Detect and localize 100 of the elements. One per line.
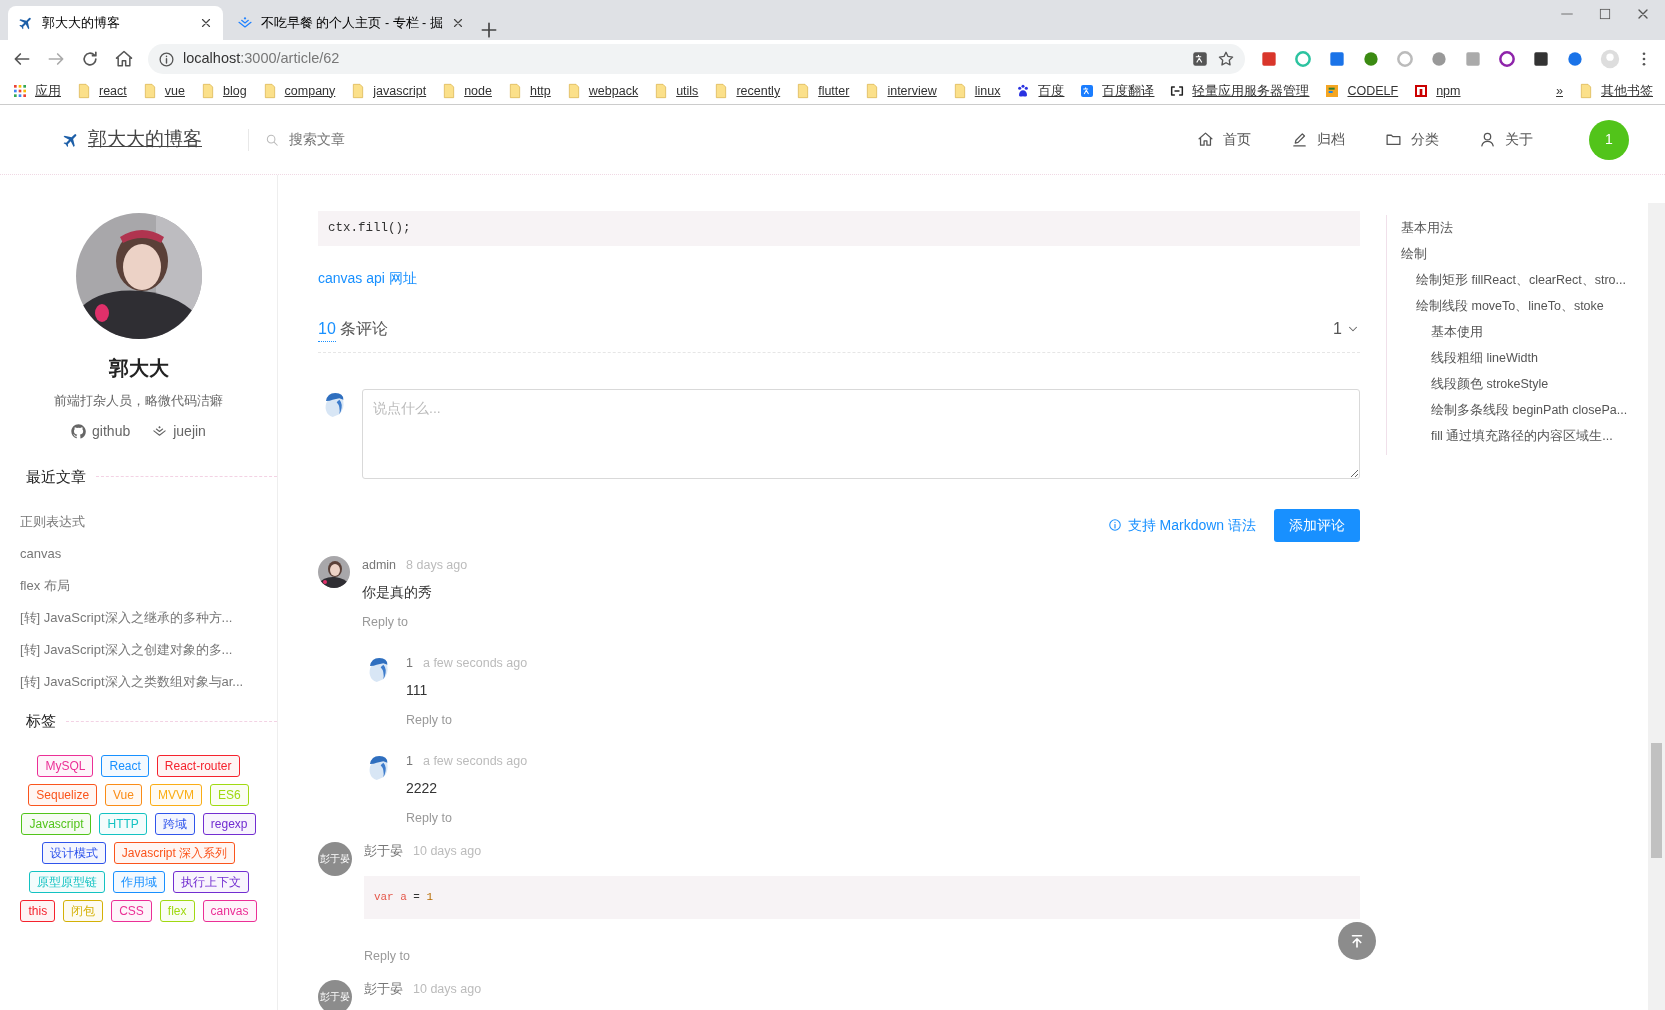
close-icon[interactable]	[199, 16, 213, 30]
bookmark[interactable]: interview	[864, 81, 937, 101]
maximize-icon[interactable]	[1597, 6, 1613, 22]
scrollbar[interactable]	[1648, 203, 1665, 1010]
profile-name: 郭大大	[107, 356, 170, 381]
nav-link[interactable]: 首页	[1197, 129, 1251, 150]
browser-tab[interactable]: 郭大大的博客	[8, 6, 223, 40]
back-to-top-button[interactable]	[1338, 922, 1376, 960]
toc-link[interactable]: 绘制多条线段 beginPath closePa...	[1431, 397, 1648, 423]
article-link[interactable]: [转] JavaScript深入之继承的多种方...	[20, 602, 277, 634]
bookmark[interactable]: blog	[199, 81, 247, 101]
extension-icon[interactable]	[1531, 49, 1551, 69]
comment-author: 彭于晏	[364, 842, 403, 860]
comment-time: 10 days ago	[413, 842, 482, 860]
app-icon	[1413, 83, 1430, 99]
nav-link[interactable]: 关于	[1479, 129, 1533, 150]
comment-field[interactable]: 说点什么...	[362, 388, 1360, 479]
comment-author: 1	[406, 654, 413, 672]
toc-link[interactable]: 基本使用	[1431, 319, 1648, 345]
bookmark[interactable]: npm	[1413, 81, 1461, 101]
profile-link[interactable]: github	[71, 420, 131, 442]
tag[interactable]: 设计模式	[41, 841, 106, 864]
tag[interactable]: MySQL	[37, 754, 94, 777]
scrollbar-thumb[interactable]	[1651, 743, 1662, 858]
bookmark[interactable]: 百度	[1015, 81, 1065, 101]
tag[interactable]: React-router	[156, 754, 240, 777]
page-selector[interactable]: 1	[1333, 317, 1360, 342]
extension-icon[interactable]	[1497, 49, 1517, 69]
bookmark[interactable]: 其他书签	[1578, 81, 1653, 101]
tag[interactable]: canvas	[202, 899, 257, 922]
bookmark[interactable]: recently	[713, 81, 781, 101]
reload-icon[interactable]	[80, 49, 100, 69]
bookmark[interactable]: 应用	[12, 81, 61, 101]
bookmark[interactable]: node	[441, 81, 492, 101]
article-link[interactable]: flex 布局	[20, 570, 277, 602]
bookmark[interactable]: utils	[653, 81, 699, 101]
section-title: 最近文章	[26, 466, 86, 487]
tag[interactable]: CSS	[111, 899, 152, 922]
bookmark[interactable]: react	[76, 81, 127, 101]
avatar: 彭于晏	[318, 979, 352, 1010]
profile-link[interactable]: juejin	[152, 420, 206, 442]
profile-bio: 前端打杂人员，略微代码洁癖	[53, 392, 224, 410]
tag[interactable]: 执行上下文	[172, 870, 249, 893]
avatar: 彭于晏	[318, 841, 352, 876]
user-icon	[1479, 131, 1496, 148]
folder-icon	[76, 83, 92, 99]
more-bookmarks-button[interactable]: »	[1556, 81, 1563, 101]
bookmark[interactable]: 百度翻译	[1079, 81, 1155, 101]
comments-label: 条评论	[339, 319, 388, 340]
bookmark[interactable]: flutter	[795, 81, 850, 101]
comment-time: 8 days ago	[406, 556, 468, 574]
translate-icon	[1079, 83, 1096, 99]
toc-link[interactable]: 线段粗细 lineWidth	[1431, 345, 1648, 371]
info-icon	[1107, 518, 1122, 533]
toc-link[interactable]: 线段颜色 strokeStyle	[1431, 371, 1648, 397]
bookmark[interactable]: linux	[951, 81, 1001, 101]
comment-time: a few seconds ago	[422, 654, 528, 672]
comment-time: a few seconds ago	[422, 752, 528, 770]
bookmark[interactable]: 轻量应用服务器管理	[1169, 81, 1310, 101]
comment-text: 111	[406, 680, 429, 700]
url-text: localhost:3000/article/62	[183, 49, 340, 69]
pencil-icon	[1291, 131, 1308, 148]
nav-link[interactable]: 分类	[1385, 129, 1439, 150]
plane-icon	[18, 15, 34, 31]
bookmark[interactable]: javascript	[350, 81, 427, 101]
bookmark[interactable]: http	[506, 81, 551, 101]
article-link[interactable]: 正则表达式	[20, 506, 277, 538]
comment-time: 10 days ago	[413, 980, 482, 998]
site-logo[interactable]: 郭大大的博客	[88, 125, 202, 154]
search-icon	[265, 132, 279, 147]
tag[interactable]: this	[20, 899, 56, 922]
bookmark[interactable]: webpack	[565, 81, 639, 101]
browser-tab[interactable]: 不吃早餐 的个人主页 - 专栏 - 掘	[227, 6, 475, 40]
bookmark[interactable]: company	[261, 81, 336, 101]
nav-link[interactable]: 归档	[1291, 129, 1345, 150]
comment-text: 你是真的秀	[362, 582, 433, 602]
brackets-icon	[1169, 83, 1186, 99]
comment-text: 2222	[406, 778, 439, 798]
bookmark[interactable]: CODELF	[1324, 81, 1399, 101]
bookmark[interactable]: vue	[141, 81, 185, 101]
toc-link[interactable]: fill 通过填充路径的内容区域生...	[1431, 423, 1648, 449]
toc-link[interactable]: 基本用法	[1401, 215, 1648, 241]
info-icon	[158, 50, 175, 68]
home-icon[interactable]	[114, 49, 134, 69]
code-line: var a = 1	[374, 890, 434, 903]
comment-author: 彭于晏	[364, 980, 403, 998]
tag[interactable]: regexp	[202, 812, 256, 835]
toc-link[interactable]: 绘制线段 moveTo、lineTo、stoke	[1416, 293, 1648, 319]
chevrons-icon	[152, 423, 168, 439]
toc-link[interactable]: 绘制	[1401, 241, 1648, 267]
article-link[interactable]: [转] JavaScript深入之类数组对象与ar...	[20, 666, 277, 698]
translate-icon[interactable]	[1191, 50, 1209, 68]
folder-icon	[1578, 83, 1594, 99]
apps-icon	[12, 83, 28, 99]
tag[interactable]: 跨域	[154, 812, 195, 835]
address-bar[interactable]: localhost:3000/article/62	[148, 44, 1245, 74]
star-icon[interactable]	[1217, 50, 1235, 68]
article-link[interactable]: canvas	[20, 538, 277, 570]
toc-link[interactable]: 绘制矩形 fillReact、clearRect、stro...	[1416, 267, 1648, 293]
article-link[interactable]: [转] JavaScript深入之创建对象的多...	[20, 634, 277, 666]
